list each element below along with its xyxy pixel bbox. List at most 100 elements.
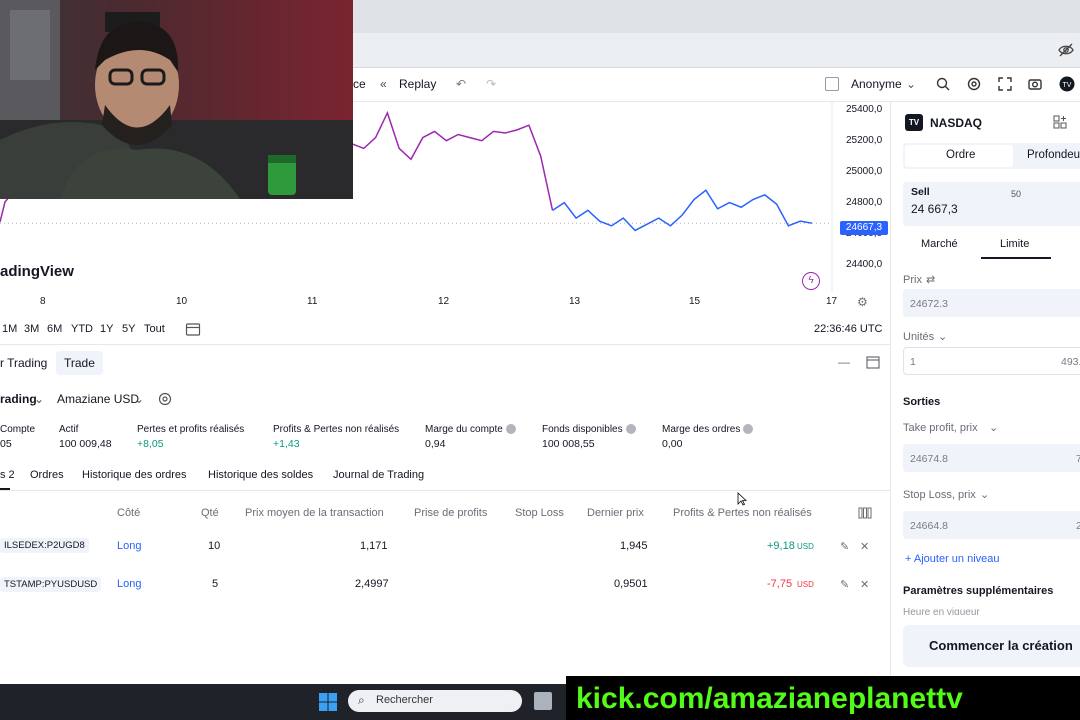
lightning-icon[interactable]: ϟ xyxy=(802,272,820,290)
units-value: 1 xyxy=(910,356,916,368)
position-pnl: +9,18 xyxy=(767,540,795,552)
start-creation-button[interactable]: Commencer la création xyxy=(903,625,1080,667)
close-icon[interactable]: ✕ xyxy=(860,578,869,591)
take-profit-input[interactable]: 24674.8 7 xyxy=(903,444,1080,472)
chevron-down-icon[interactable]: ⌄ xyxy=(980,488,989,501)
order-panel: TV NASDAQ Ordre Profondeur Sell 24 667,3… xyxy=(890,102,1080,684)
stat-label-account-margin: Marge du compte xyxy=(425,424,516,435)
tab-positions[interactable]: s 2 xyxy=(0,469,15,481)
maximize-icon[interactable] xyxy=(866,356,880,369)
col-qty[interactable]: Qté xyxy=(201,507,219,519)
tab-order[interactable]: Ordre xyxy=(946,149,975,161)
fullscreen-icon[interactable] xyxy=(997,76,1013,92)
columns-icon[interactable] xyxy=(858,507,872,519)
take-profit-value: 24674.8 xyxy=(910,453,948,465)
sell-button[interactable]: Sell 24 667,3 50 2 xyxy=(903,182,1080,226)
edit-icon[interactable]: ✎ xyxy=(840,540,849,553)
units-input[interactable]: 1 493. xyxy=(903,347,1080,375)
position-symbol[interactable]: ILSEDEX:P2UGD8 xyxy=(0,538,89,553)
tab-trading-journal[interactable]: Journal de Trading xyxy=(333,469,424,481)
chevron-down-icon[interactable]: ⌄ xyxy=(134,392,144,406)
stat-label-realized-pnl: Pertes et profits réalisés xyxy=(137,424,245,435)
stop-loss-input[interactable]: 24664.8 2 xyxy=(903,511,1080,539)
col-side[interactable]: Côté xyxy=(117,507,140,519)
info-icon[interactable] xyxy=(505,424,516,435)
tab-depth[interactable]: Profondeur xyxy=(1027,149,1080,161)
toolbar-partial-label[interactable]: ce xyxy=(353,77,366,91)
range-5y[interactable]: 5Y xyxy=(122,323,135,335)
tab-orders[interactable]: Ordres xyxy=(30,469,64,481)
undo-icon[interactable]: ↶ xyxy=(456,77,466,91)
x-tick-label: 12 xyxy=(438,296,450,307)
col-stop-loss[interactable]: Stop Loss xyxy=(515,507,564,519)
tab-limit[interactable]: Limite xyxy=(1000,238,1029,250)
tab-balance-history[interactable]: Historique des soldes xyxy=(208,469,313,481)
tab-paper-trading[interactable]: r Trading xyxy=(0,356,47,370)
range-all[interactable]: Tout xyxy=(144,323,165,335)
range-3m[interactable]: 3M xyxy=(24,323,39,335)
col-last-price[interactable]: Dernier prix xyxy=(587,507,644,519)
extra-params-heading[interactable]: Paramètres supplémentaires xyxy=(903,585,1053,597)
close-icon[interactable]: ✕ xyxy=(860,540,869,553)
search-icon[interactable] xyxy=(935,76,951,92)
edit-icon[interactable]: ✎ xyxy=(840,578,849,591)
utc-clock[interactable]: 22:36:46 UTC xyxy=(814,323,882,335)
x-tick-label: 11 xyxy=(307,296,318,307)
anonymous-label[interactable]: Anonyme xyxy=(851,77,902,91)
price-label: Prix xyxy=(903,274,922,286)
col-unrealized-pnl[interactable]: Profits & Pertes non réalisés xyxy=(673,507,812,519)
tab-trade[interactable]: Trade xyxy=(56,351,103,375)
stream-url-overlay: kick.com/amazianeplanettv xyxy=(566,676,1080,720)
account-settings-icon[interactable] xyxy=(158,392,172,406)
anonymous-checkbox[interactable] xyxy=(825,77,839,91)
grid-plus-icon[interactable] xyxy=(1053,115,1067,129)
windows-start-icon[interactable] xyxy=(319,693,337,711)
units-label[interactable]: Unités xyxy=(903,331,934,343)
eye-off-icon[interactable] xyxy=(1058,42,1074,58)
webcam-video xyxy=(0,0,353,199)
account-selector[interactable]: rading xyxy=(0,392,37,406)
redo-icon[interactable]: ↷ xyxy=(486,77,496,91)
replay-button[interactable]: Replay xyxy=(399,77,436,91)
range-6m[interactable]: 6M xyxy=(47,323,62,335)
position-avg-price: 2,4997 xyxy=(355,578,389,590)
position-symbol[interactable]: TSTAMP:PYUSDUSD xyxy=(0,577,102,592)
range-ytd[interactable]: YTD xyxy=(71,323,93,335)
svg-text:TV: TV xyxy=(1063,82,1072,89)
range-1y[interactable]: 1Y xyxy=(100,323,113,335)
stat-value-unrealized-pnl: +1,43 xyxy=(273,438,300,450)
stat-value-account-margin: 0,94 xyxy=(425,438,446,450)
price-input[interactable]: 24672.3 xyxy=(903,289,1080,317)
info-icon[interactable] xyxy=(743,424,754,435)
account-currency[interactable]: Amaziane USD xyxy=(57,392,139,406)
info-icon[interactable] xyxy=(625,424,636,435)
chevron-down-icon[interactable]: ⌄ xyxy=(938,330,947,343)
task-view-icon[interactable] xyxy=(534,692,552,710)
add-level-link[interactable]: + Ajouter un niveau xyxy=(905,553,1000,565)
chart-settings-icon[interactable]: ⚙ xyxy=(857,295,868,309)
calendar-icon[interactable] xyxy=(185,322,201,336)
stop-loss-label[interactable]: Stop Loss, prix xyxy=(903,489,976,501)
hours-label: Heure en vigueur xyxy=(903,607,980,615)
range-1m[interactable]: 1M xyxy=(2,323,17,335)
order-tabs: Ordre Profondeur xyxy=(903,143,1080,169)
tab-market[interactable]: Marché xyxy=(921,238,958,250)
sell-label: Sell xyxy=(911,186,930,198)
trading-panel: r Trading Trade — rading ⌄ Amaziane USD … xyxy=(0,344,890,684)
x-tick-label: 13 xyxy=(569,296,581,307)
chevron-down-icon[interactable]: ⌄ xyxy=(989,421,998,434)
swap-icon[interactable]: ⇄ xyxy=(926,273,935,286)
take-profit-label[interactable]: Take profit, prix xyxy=(903,422,978,434)
col-take-profit[interactable]: Prise de profits xyxy=(414,507,487,519)
chevron-down-icon[interactable]: ⌄ xyxy=(906,77,916,91)
chevron-down-icon[interactable]: ⌄ xyxy=(34,392,44,406)
position-side: Long xyxy=(117,540,142,552)
user-avatar-icon[interactable]: TV xyxy=(1059,76,1075,92)
minimize-icon[interactable]: — xyxy=(838,355,850,369)
col-avg-price[interactable]: Prix moyen de la transaction xyxy=(245,507,384,519)
taskbar-search[interactable]: ⌕ Rechercher xyxy=(348,690,522,712)
x-tick-label: 10 xyxy=(176,296,188,307)
camera-icon[interactable] xyxy=(1027,76,1043,92)
settings-icon[interactable] xyxy=(966,76,982,92)
tab-order-history[interactable]: Historique des ordres xyxy=(82,469,187,481)
